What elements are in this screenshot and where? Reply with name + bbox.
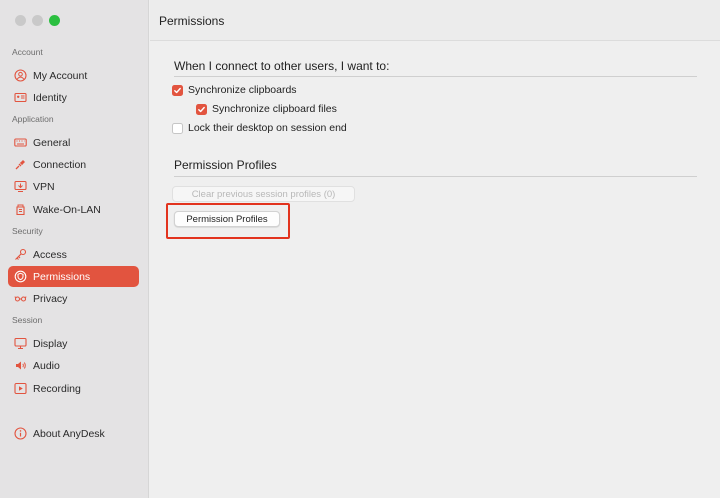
sync-clipboard-files-checkbox[interactable] <box>196 103 207 115</box>
minimize-window-button[interactable] <box>32 15 43 26</box>
close-window-button[interactable] <box>15 15 26 26</box>
connect-section-heading: When I connect to other users, I want to… <box>174 59 390 73</box>
sidebar-item-label: Permissions <box>33 270 91 283</box>
info-icon <box>14 427 27 440</box>
section-label-session: Session <box>12 315 43 325</box>
permissions-panel: When I connect to other users, I want to… <box>150 41 720 498</box>
sidebar-item-my-account[interactable]: My Account <box>8 65 139 86</box>
wake-on-lan-icon <box>14 203 27 216</box>
sidebar-item-label: General <box>33 136 71 149</box>
sidebar-item-audio[interactable]: Audio <box>8 355 139 376</box>
sidebar-item-label: My Account <box>33 69 88 82</box>
keyboard-icon <box>14 136 27 149</box>
sidebar-item-label: Access <box>33 248 67 261</box>
sidebar-item-identity[interactable]: Identity <box>8 87 139 108</box>
profiles-section-heading: Permission Profiles <box>174 158 277 172</box>
key-icon <box>14 248 27 261</box>
sidebar-item-vpn[interactable]: VPN <box>8 176 139 197</box>
section-label-application: Application <box>12 114 54 124</box>
sync-clipboard-files-option[interactable]: Synchronize clipboard files <box>196 103 337 115</box>
user-circle-icon <box>14 69 27 82</box>
vpn-screen-icon <box>14 180 27 193</box>
clear-session-profiles-button: Clear previous session profiles (0) <box>172 186 355 202</box>
lock-desktop-label: Lock their desktop on session end <box>188 122 347 134</box>
lock-desktop-option[interactable]: Lock their desktop on session end <box>172 122 347 134</box>
plug-icon <box>14 158 27 171</box>
sidebar-item-privacy[interactable]: Privacy <box>8 288 139 309</box>
sidebar-item-connection[interactable]: Connection <box>8 154 139 175</box>
section-label-security: Security <box>12 226 43 236</box>
monitor-icon <box>14 337 27 350</box>
sidebar-item-general[interactable]: General <box>8 132 139 153</box>
maximize-window-button[interactable] <box>49 15 60 26</box>
sidebar-item-label: Wake-On-LAN <box>33 203 101 216</box>
speaker-icon <box>14 359 27 372</box>
sidebar-item-label: Audio <box>33 359 60 372</box>
toolbar: Permissions <box>150 0 720 41</box>
sidebar-item-wake-on-lan[interactable]: Wake-On-LAN <box>8 199 139 220</box>
checkmark-icon <box>198 106 205 112</box>
sidebar-item-label: About AnyDesk <box>33 427 105 440</box>
permission-profiles-button[interactable]: Permission Profiles <box>174 211 280 227</box>
sidebar-item-label: Identity <box>33 91 67 104</box>
sidebar-item-label: Connection <box>33 158 87 171</box>
sidebar-item-recording[interactable]: Recording <box>8 378 139 399</box>
play-icon <box>14 382 27 395</box>
sidebar-item-label: Privacy <box>33 292 68 305</box>
window-controls <box>15 15 60 26</box>
sync-clipboards-checkbox[interactable] <box>172 84 183 96</box>
id-card-icon <box>14 91 27 104</box>
app-window: Account My Account Identity Application … <box>0 0 720 498</box>
lock-desktop-checkbox[interactable] <box>172 122 183 134</box>
sidebar-item-label: VPN <box>33 180 55 193</box>
sync-clipboards-label: Synchronize clipboards <box>188 84 297 96</box>
sync-clipboard-files-label: Synchronize clipboard files <box>212 103 337 115</box>
checkmark-icon <box>174 87 181 93</box>
section-label-account: Account <box>12 47 43 57</box>
glasses-icon <box>14 292 27 305</box>
sidebar-item-display[interactable]: Display <box>8 333 139 354</box>
sidebar-item-label: Display <box>33 337 68 350</box>
section-divider <box>174 76 697 77</box>
section-divider <box>174 176 697 177</box>
sidebar-item-access[interactable]: Access <box>8 244 139 265</box>
sidebar-item-label: Recording <box>33 382 81 395</box>
shield-icon <box>14 270 27 283</box>
sync-clipboards-option[interactable]: Synchronize clipboards <box>172 84 297 96</box>
sidebar: Account My Account Identity Application … <box>0 0 149 498</box>
page-title: Permissions <box>159 14 225 28</box>
sidebar-item-about-anydesk[interactable]: About AnyDesk <box>8 423 139 444</box>
sidebar-item-permissions[interactable]: Permissions <box>8 266 139 287</box>
